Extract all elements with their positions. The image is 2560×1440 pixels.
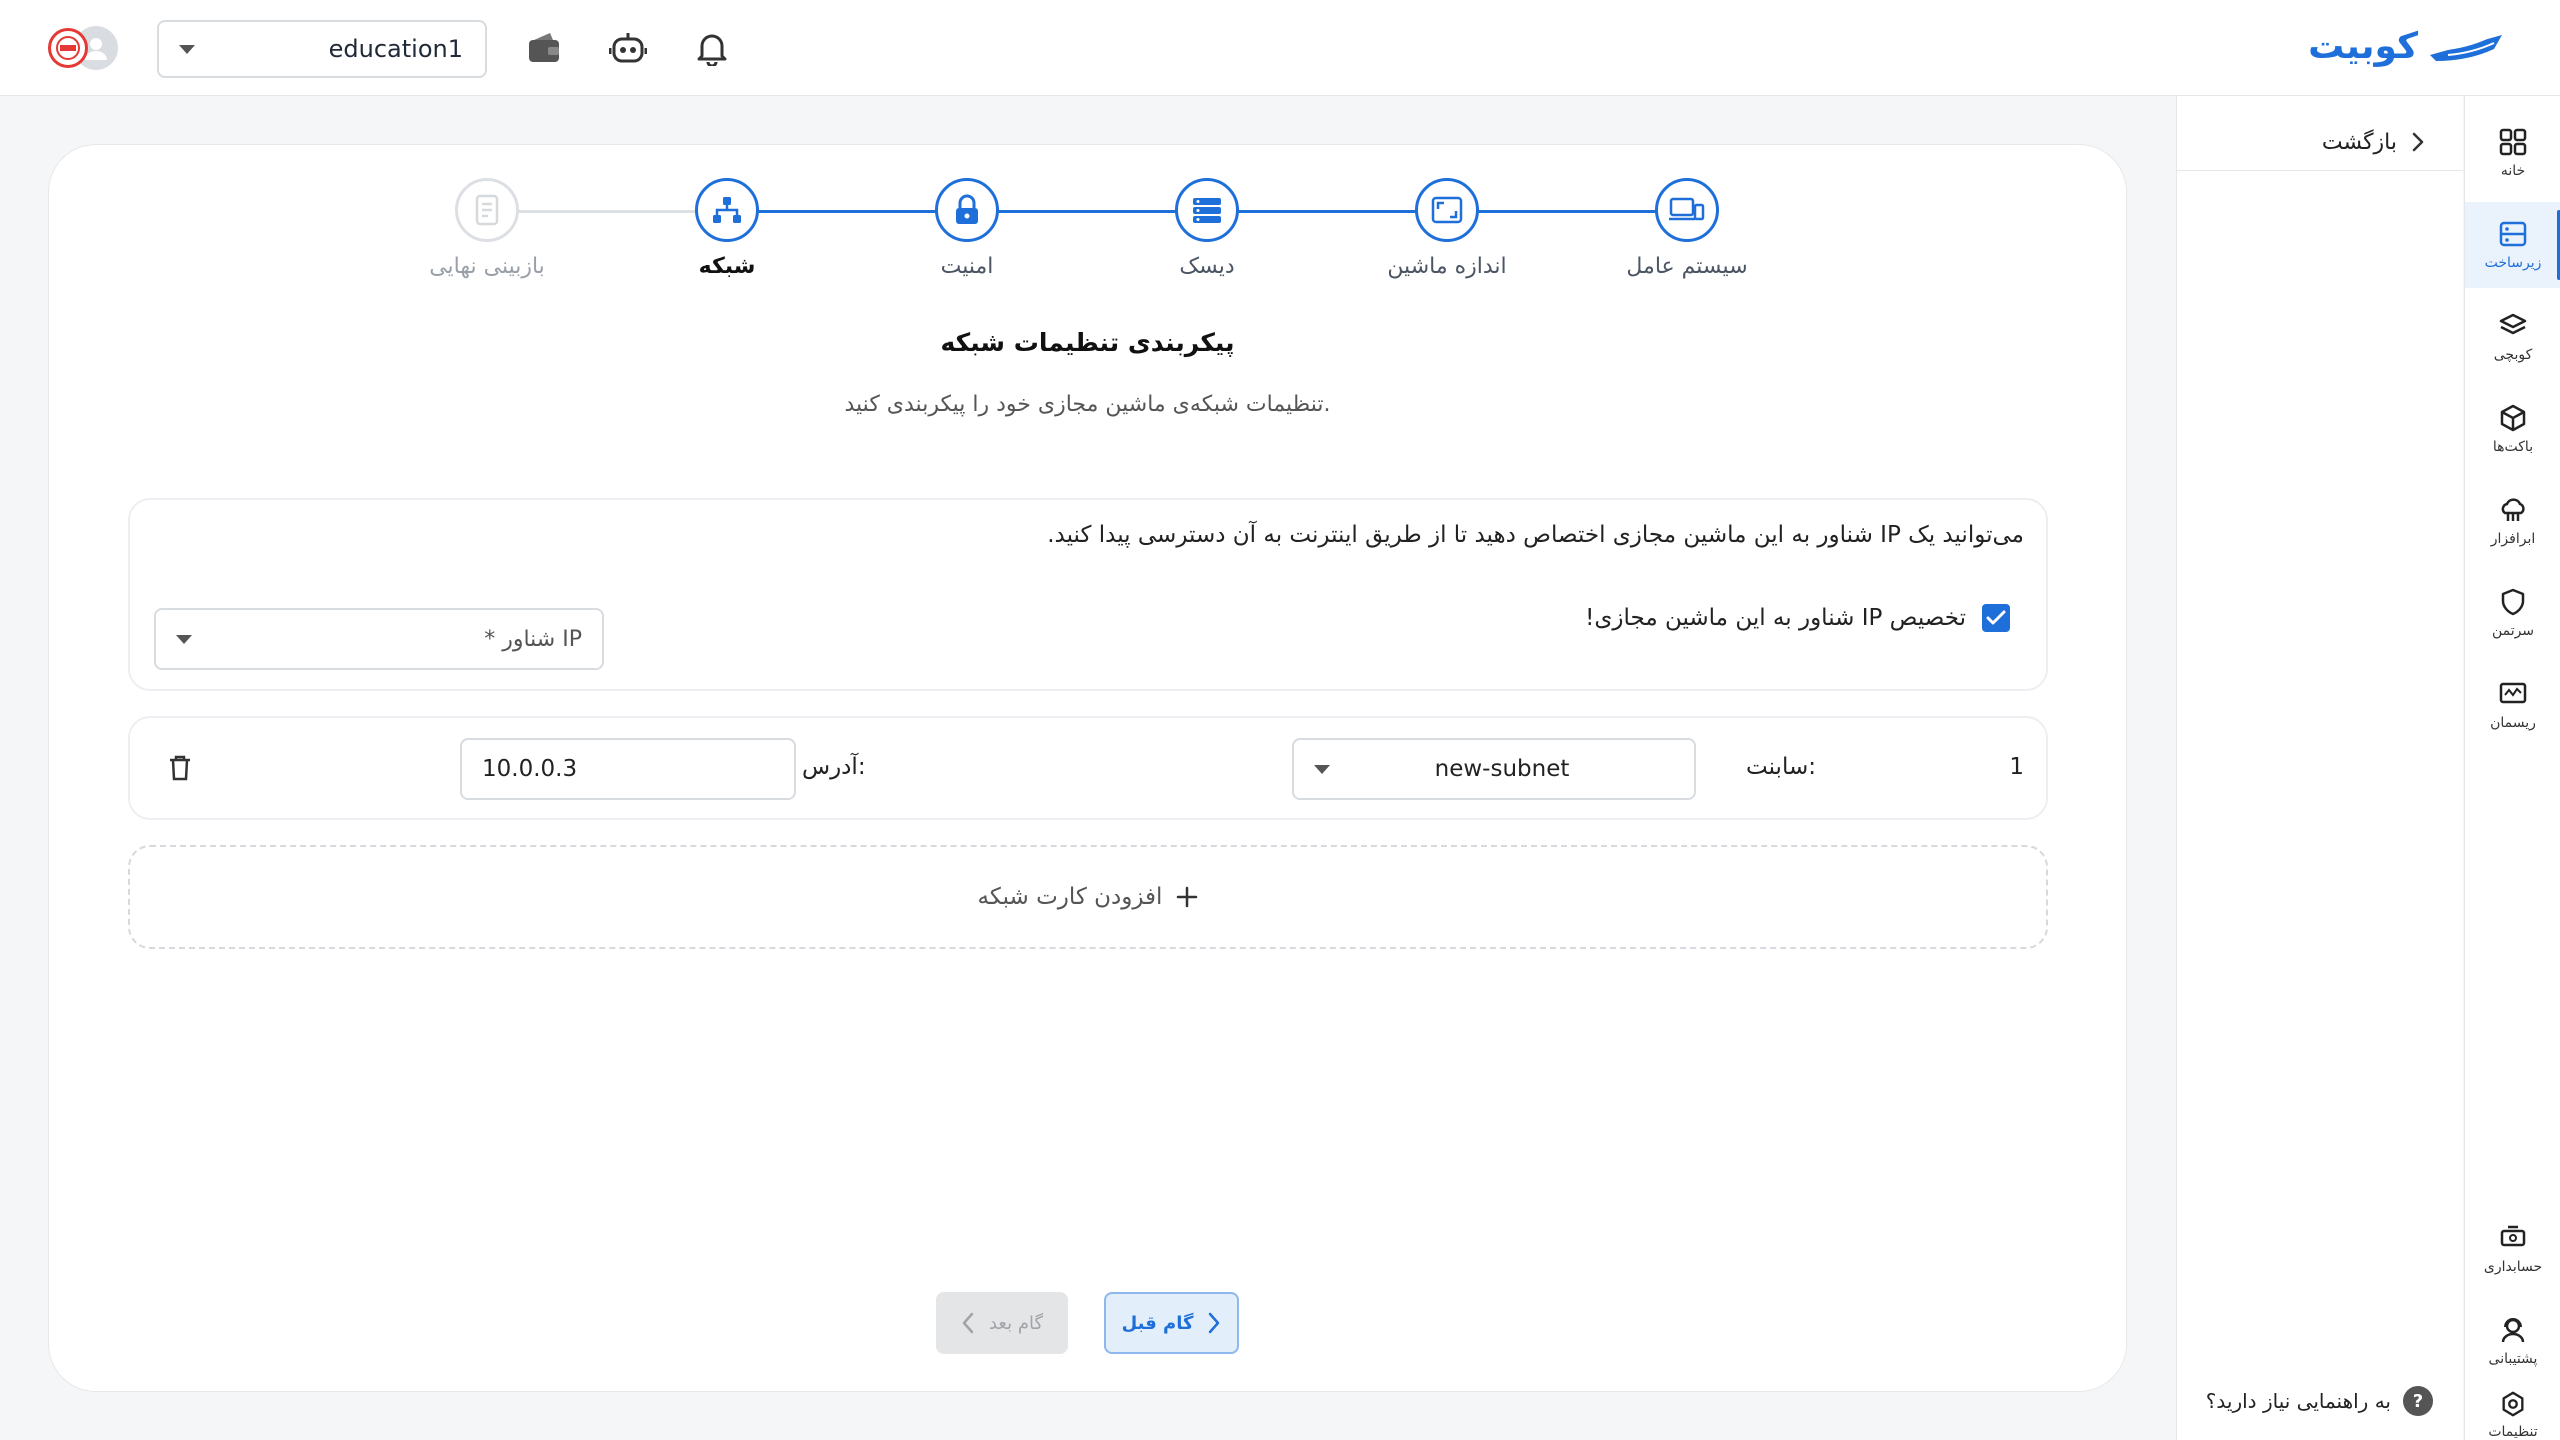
check-icon [1986, 610, 2006, 625]
nav-item-risman[interactable]: ریسمان [2465, 662, 2560, 748]
nav-item-support[interactable]: پشتیبانی [2465, 1298, 2560, 1384]
server-icon [2499, 221, 2527, 247]
secondary-panel: بازگشت ? به راهنمایی نیاز دارید؟ [2176, 96, 2463, 1440]
storage-icon [1175, 178, 1239, 242]
nav-item-infrastructure[interactable]: زیرساخت [2465, 202, 2560, 288]
bell-icon[interactable] [692, 28, 732, 68]
floating-ip-select[interactable]: IP شناور * [154, 608, 604, 670]
nav-item-label: ریسمان [2490, 715, 2536, 731]
nav-item-buckets[interactable]: باکت‌ها [2465, 386, 2560, 472]
step-label: امنیت [940, 254, 994, 279]
chevron-down-icon [176, 634, 192, 644]
step-machine-size[interactable]: اندازه ماشین [1327, 178, 1567, 279]
floating-ip-toggle[interactable]: تخصیص IP شناور به این ماشین مجازی! [1585, 604, 2010, 632]
robot-icon[interactable] [608, 28, 648, 68]
nav-item-accounting[interactable]: حسابداری [2465, 1206, 2560, 1292]
nic-index: 1 [2009, 754, 2024, 780]
step-label: دیسک [1179, 254, 1235, 279]
nav-item-home[interactable]: خانه [2465, 110, 2560, 196]
help-label: به راهنمایی نیاز دارید؟ [2205, 1389, 2391, 1413]
chevron-left-icon [2412, 132, 2424, 152]
project-select-value: education1 [328, 35, 463, 63]
nav-item-label: باکت‌ها [2492, 439, 2534, 455]
chevron-down-icon [1314, 764, 1330, 774]
previous-step-button[interactable]: گام قبل [1104, 1292, 1239, 1354]
address-label: آدرس: [802, 754, 866, 780]
chevron-left-icon [962, 1312, 974, 1334]
back-link-label: بازگشت [2321, 129, 2397, 155]
step-label: بازبینی نهایی [429, 254, 545, 279]
step-os[interactable]: سیستم عامل [1567, 178, 1807, 279]
subnet-label: سابنت: [1746, 754, 1816, 780]
plus-icon [1177, 886, 1198, 908]
address-input[interactable]: 10.0.0.3 [460, 738, 796, 800]
nav-item-label: زیرساخت [2484, 255, 2542, 271]
previous-step-label: گام قبل [1121, 1312, 1194, 1334]
nav-item-label: تنظیمات [2488, 1424, 2538, 1440]
page-subtitle: تنظیمات شبکه‌ی ماشین مجازی خود را پیکربن… [844, 392, 1331, 417]
grid-icon [2499, 128, 2527, 156]
floating-ip-checkbox-label: تخصیص IP شناور به این ماشین مجازی! [1585, 605, 1966, 631]
main-sidebar: خانه زیرساخت کوبچی باکت‌ها ابرافزار سرتم… [2464, 96, 2560, 1440]
nav-item-label: پشتیبانی [2488, 1351, 2538, 1367]
step-label: سیستم عامل [1626, 254, 1748, 279]
trash-icon[interactable] [160, 748, 200, 788]
chevron-right-icon [1209, 1312, 1220, 1334]
brand-name: کوبیت [2308, 26, 2418, 67]
monitor-icon [2499, 682, 2527, 704]
devices-icon [1655, 178, 1719, 242]
ship-logo-icon [2430, 34, 2502, 61]
divider [2177, 170, 2463, 171]
nav-item-label: حسابداری [2483, 1259, 2543, 1275]
floating-ip-description: می‌توانید یک IP شناور به این ماشین مجازی… [1047, 522, 2024, 548]
question-icon: ? [2403, 1386, 2433, 1416]
page-title: پیکربندی تنظیمات شبکه [940, 328, 1235, 357]
step-label: شبکه [698, 254, 756, 279]
subnet-select[interactable]: new-subnet [1292, 738, 1696, 800]
next-step-label: گام بعد [988, 1312, 1044, 1334]
nav-item-label: سرتمن [2491, 623, 2535, 639]
layers-icon [2499, 313, 2527, 335]
nav-item-label: ابرافزار [2490, 531, 2536, 547]
nav-item-kubechi[interactable]: کوبچی [2465, 294, 2560, 380]
accounting-icon [2500, 1225, 2526, 1247]
settings-icon [2502, 1391, 2524, 1417]
nav-item-cloudware[interactable]: ابرافزار [2465, 478, 2560, 564]
cloud-icon [2501, 498, 2525, 521]
nav-item-label: کوبچی [2493, 347, 2533, 363]
step-security[interactable]: امنیت [847, 178, 1087, 279]
chevron-down-icon [179, 44, 195, 54]
subnet-value: new-subnet [1434, 756, 1570, 782]
add-network-card-label: افزودن کارت شبکه [977, 884, 1163, 910]
next-step-button[interactable]: گام بعد [936, 1292, 1068, 1354]
nav-item-settings[interactable]: تنظیمات [2465, 1390, 2560, 1440]
step-label: اندازه ماشین [1387, 254, 1507, 279]
shield-icon [2501, 588, 2525, 616]
wallet-icon[interactable] [524, 28, 564, 68]
step-review: بازبینی نهایی [367, 178, 607, 279]
network-icon [695, 178, 759, 242]
help-link[interactable]: ? به راهنمایی نیاز دارید؟ [2206, 1386, 2433, 1416]
box-icon [2500, 404, 2526, 432]
org-badge-icon[interactable] [48, 28, 88, 68]
floating-ip-placeholder: IP شناور * [484, 626, 582, 652]
step-network[interactable]: شبکه [607, 178, 847, 279]
floating-ip-section: می‌توانید یک IP شناور به این ماشین مجازی… [128, 498, 2048, 691]
nav-item-sartaman[interactable]: سرتمن [2465, 570, 2560, 656]
network-card-row: 1 سابنت: new-subnet آدرس: 10.0.0.3 [128, 716, 2048, 820]
support-icon [2501, 1318, 2525, 1343]
back-link[interactable]: بازگشت [2322, 114, 2427, 170]
lock-icon [935, 178, 999, 242]
brand-logo[interactable]: کوبیت [2308, 26, 2504, 67]
resize-icon [1415, 178, 1479, 242]
step-disk[interactable]: دیسک [1087, 178, 1327, 279]
document-icon [455, 178, 519, 242]
project-select[interactable]: education1 [157, 20, 487, 78]
nav-item-label: خانه [2500, 163, 2526, 179]
floating-ip-checkbox[interactable] [1982, 604, 2010, 632]
add-network-card-button[interactable]: افزودن کارت شبکه [128, 845, 2048, 949]
top-header: کوبیت education1 [0, 0, 2560, 96]
